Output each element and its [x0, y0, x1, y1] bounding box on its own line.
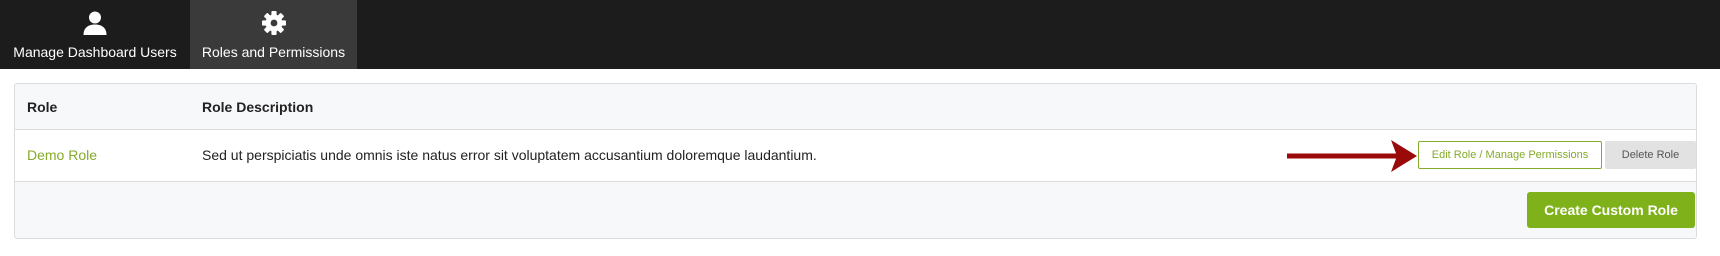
role-description: Sed ut perspiciatis unde omnis iste natu…: [202, 147, 817, 163]
tab-manage-dashboard-users[interactable]: Manage Dashboard Users: [0, 0, 190, 69]
tab-label: Roles and Permissions: [201, 44, 346, 60]
user-icon: [83, 11, 107, 35]
annotation-arrow-icon: [1287, 140, 1417, 172]
role-name-link[interactable]: Demo Role: [27, 147, 97, 163]
gear-icon: [261, 11, 286, 35]
edit-role-button[interactable]: Edit Role / Manage Permissions: [1418, 141, 1602, 169]
tab-roles-and-permissions[interactable]: Roles and Permissions: [190, 0, 357, 69]
panel-footer: Create Custom Role: [15, 182, 1696, 238]
top-navigation: Manage Dashboard Users Roles and Permiss…: [0, 0, 1720, 69]
column-header-role-description: Role Description: [202, 99, 314, 115]
table-header: Role Role Description: [15, 84, 1696, 130]
delete-role-button[interactable]: Delete Role: [1605, 141, 1696, 169]
tab-label: Manage Dashboard Users: [13, 44, 177, 60]
create-custom-role-button[interactable]: Create Custom Role: [1527, 192, 1695, 228]
column-header-role: Role: [27, 99, 58, 115]
roles-panel: Role Role Description Demo Role Sed ut p…: [14, 83, 1697, 239]
table-row: Demo Role Sed ut perspiciatis unde omnis…: [15, 130, 1696, 182]
